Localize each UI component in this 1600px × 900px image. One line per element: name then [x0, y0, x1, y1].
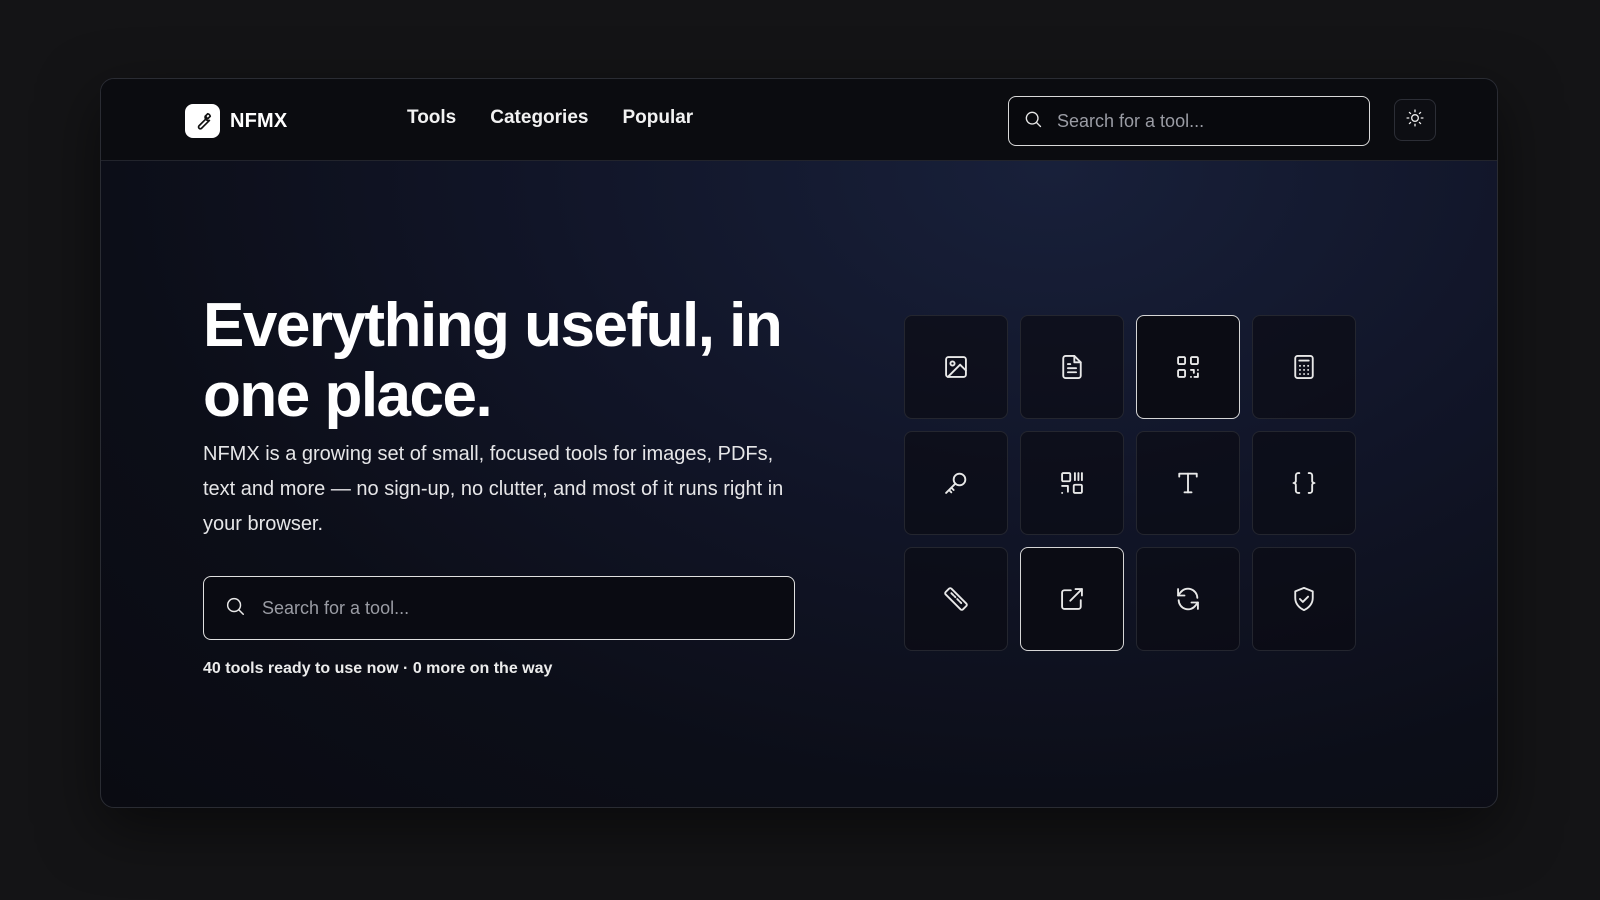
image-icon [945, 356, 967, 378]
tool-tile-calculator[interactable] [1252, 315, 1356, 419]
sun-icon [1405, 108, 1425, 133]
external-link-icon [1061, 588, 1083, 610]
tool-tile-barcode-grid[interactable] [1020, 431, 1124, 535]
tool-tile-ruler[interactable] [904, 547, 1008, 651]
search-icon [224, 595, 246, 622]
nav-search-input[interactable] [1057, 110, 1357, 132]
nav-link-popular[interactable]: Popular [622, 107, 693, 129]
tool-tile-grid [904, 315, 1356, 651]
hero-description: NFMX is a growing set of small, focused … [203, 443, 784, 535]
document-icon [1062, 354, 1082, 380]
refresh-icon [1177, 587, 1199, 611]
nav-link-tools[interactable]: Tools [407, 107, 456, 129]
tool-tile-external-link[interactable] [1020, 547, 1124, 651]
tool-tile-image[interactable] [904, 315, 1008, 419]
tool-tile-qr-code[interactable] [1136, 315, 1240, 419]
search-icon [1023, 109, 1043, 134]
key-icon [945, 472, 967, 494]
ruler-icon [944, 587, 968, 611]
nav-link-categories[interactable]: Categories [490, 107, 588, 129]
wrench-icon [185, 104, 220, 138]
tools-count-note: 40 tools ready to use now · 0 more on th… [203, 660, 553, 677]
tool-tile-key[interactable] [904, 431, 1008, 535]
app-window: NFMX Tools Categories Popular Search for… [100, 78, 1498, 808]
tool-tile-document[interactable] [1020, 315, 1124, 419]
tool-tile-text[interactable] [1136, 431, 1240, 535]
shield-check-icon [1294, 586, 1314, 612]
tool-tile-shield[interactable] [1252, 547, 1356, 651]
theme-toggle-button[interactable] [1394, 99, 1436, 141]
text-type-icon [1178, 472, 1198, 494]
nav-search-box[interactable] [1008, 96, 1370, 146]
hero-title: Everything useful, in one place. [203, 291, 783, 430]
barcode-grid-icon [1061, 472, 1083, 494]
navbar: NFMX Tools Categories Popular [101, 79, 1497, 161]
brand-name: NFMX [230, 109, 288, 132]
qr-code-icon [1177, 356, 1199, 378]
code-braces-icon [1292, 472, 1316, 494]
tool-tile-refresh[interactable] [1136, 547, 1240, 651]
hero-search-input[interactable] [262, 597, 782, 619]
brand[interactable]: NFMX [185, 104, 287, 138]
calculator-icon [1294, 354, 1314, 380]
tool-tile-code[interactable] [1252, 431, 1356, 535]
main-nav: Tools Categories Popular [407, 107, 693, 129]
hero-search-box[interactable] [203, 576, 795, 640]
